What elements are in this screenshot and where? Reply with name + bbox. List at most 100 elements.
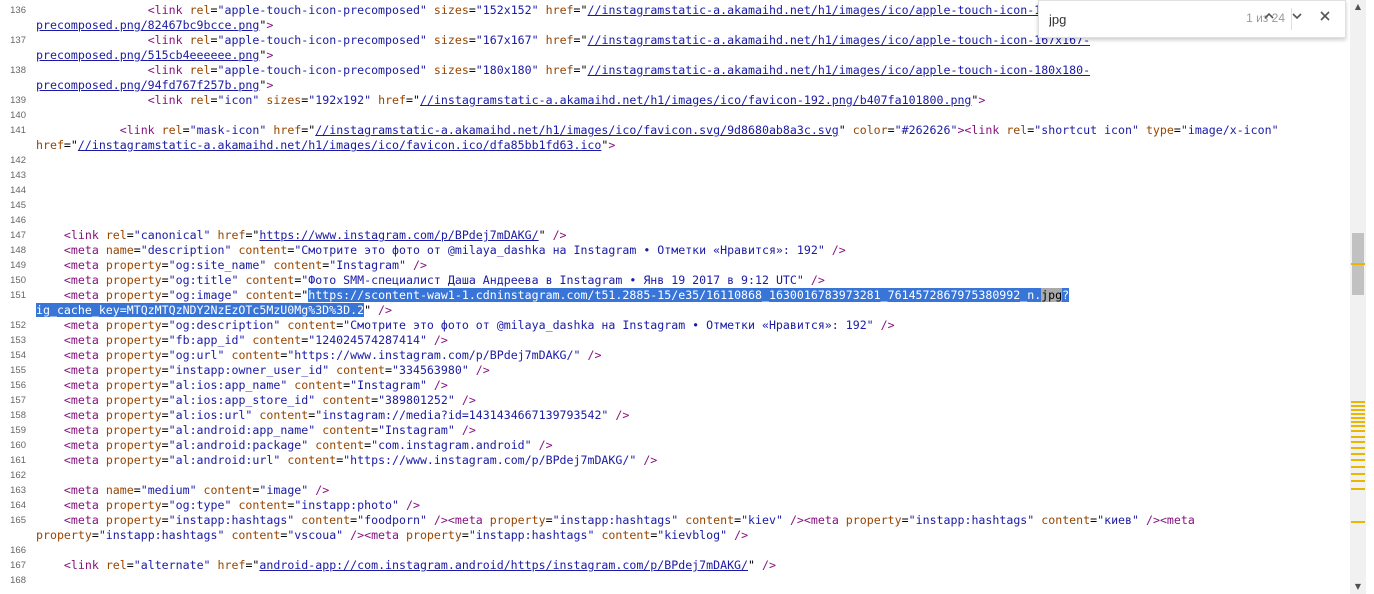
- search-match-marker: [1351, 401, 1365, 403]
- code-text: =: [126, 228, 134, 242]
- attr-value: "instapp:owner_user_id": [168, 363, 330, 377]
- link-token[interactable]: precomposed.png/515cb4eeeeee.png: [36, 48, 259, 62]
- link-token[interactable]: //instagramstatic-a.akamaihd.net/h1/imag…: [588, 63, 1091, 77]
- attr-value: "192x192": [308, 93, 372, 107]
- scroll-down-arrow-icon[interactable]: ▼: [1350, 580, 1366, 594]
- code-text: =": [63, 138, 78, 152]
- link-token[interactable]: precomposed.png/94fd767f257b.png: [36, 78, 259, 92]
- search-match-marker: [1351, 480, 1365, 482]
- link-token[interactable]: //instagramstatic-a.akamaihd.net/h1/imag…: [588, 33, 1091, 47]
- find-input[interactable]: [1049, 9, 1199, 29]
- attr-value: "apple-touch-icon-precomposed": [217, 63, 427, 77]
- attr-value: "152x152": [475, 3, 539, 17]
- attr-name: rel: [189, 33, 211, 47]
- attr-value: "fb:app_id": [168, 333, 246, 347]
- code-text: =: [161, 318, 169, 332]
- attr-value: "kiev": [741, 513, 783, 527]
- attr-name: property: [105, 273, 162, 287]
- chevron-up-icon[interactable]: [1258, 8, 1280, 30]
- line-number: 154: [10, 350, 26, 361]
- code-text: =: [161, 363, 169, 377]
- attr-value: "https://www.instagram.com/p/BPdej7mDAKG…: [287, 348, 581, 362]
- tag-token: /><meta: [789, 513, 846, 527]
- code-text: =: [161, 333, 169, 347]
- link-token[interactable]: https://www.instagram.com/p/BPdej7mDAKG/: [259, 228, 538, 242]
- code-text: =: [161, 258, 169, 272]
- line-code: <link rel="icon" sizes="192x192" href="/…: [36, 93, 986, 108]
- link-token[interactable]: //instagramstatic-a.akamaihd.net/h1/imag…: [420, 93, 971, 107]
- tag-token: <meta: [63, 408, 106, 422]
- link-token[interactable]: //instagramstatic-a.akamaihd.net/h1/imag…: [315, 123, 839, 137]
- close-icon[interactable]: [1314, 8, 1336, 30]
- line-code: <meta property="al:ios:app_name" content…: [36, 378, 448, 393]
- attr-name: content: [294, 378, 344, 392]
- attr-name: content: [685, 513, 735, 527]
- line-number: 138: [10, 65, 26, 76]
- link-token[interactable]: precomposed.png/82467bc9bcce.png: [36, 18, 259, 32]
- attr-value: "instapp:hashtags": [908, 513, 1035, 527]
- line-number: 168: [10, 575, 26, 586]
- line-number: 148: [10, 245, 26, 256]
- selected-text: ?: [1062, 288, 1070, 302]
- attr-name: href: [545, 33, 574, 47]
- attr-value: "https://www.instagram.com/p/BPdej7mDAKG…: [343, 453, 637, 467]
- vertical-scrollbar[interactable]: ▲ ▼: [1350, 0, 1366, 594]
- tag-token: <meta: [63, 378, 106, 392]
- code-text: =: [161, 453, 169, 467]
- code-text: =: [126, 558, 134, 572]
- chevron-down-icon[interactable]: [1286, 8, 1308, 30]
- attr-value: "instapp:hashtags": [468, 528, 595, 542]
- attr-value: "og:type": [168, 498, 232, 512]
- attr-name: content: [245, 273, 295, 287]
- code-text: =: [468, 63, 476, 77]
- code-text: =: [1173, 123, 1181, 137]
- tag-token: >: [266, 78, 274, 92]
- search-match-marker: [1351, 405, 1365, 407]
- code-text: =: [182, 123, 190, 137]
- attr-name: rel: [1006, 123, 1028, 137]
- tag-token: ><link: [957, 123, 1007, 137]
- link-token[interactable]: android-app://com.instagram.android/http…: [259, 558, 748, 572]
- attr-name: property: [105, 423, 162, 437]
- selected-text: ig_cache_key=MTQzMTQzNDY2NzEzOTc5MzU0Mg%…: [36, 303, 365, 317]
- line-number: 141: [10, 125, 26, 136]
- attr-name: property: [105, 513, 162, 527]
- attr-name: property: [489, 513, 546, 527]
- attr-name: content: [287, 453, 337, 467]
- attr-value: "киев": [1097, 513, 1139, 527]
- attr-value: "og:site_name": [168, 258, 267, 272]
- tag-token: /><meta: [1145, 513, 1195, 527]
- code-text: ": [364, 303, 379, 317]
- scroll-up-arrow-icon[interactable]: ▲: [1350, 0, 1366, 14]
- attr-value: "icon": [217, 93, 260, 107]
- line-code: <link rel="mask-icon" href="//instagrams…: [36, 123, 1279, 138]
- link-token[interactable]: //instagramstatic-a.akamaihd.net/h1/imag…: [78, 138, 602, 152]
- tag-token: />: [615, 408, 630, 422]
- code-text: =: [210, 63, 218, 77]
- tag-token: <meta: [63, 498, 106, 512]
- tag-token: <meta: [63, 333, 106, 347]
- attr-name: href: [217, 228, 246, 242]
- tag-token: <meta: [63, 423, 106, 437]
- link-token[interactable]: //instagramstatic-a.akamaihd.net/h1/imag…: [588, 3, 1091, 17]
- line-code: <meta property="og:image" content="https…: [36, 288, 1070, 303]
- search-match-marker: [1351, 409, 1365, 411]
- line-number: 158: [10, 410, 26, 421]
- search-match-marker: [1351, 473, 1365, 475]
- tag-token: />: [315, 483, 330, 497]
- attr-value: "vscoua": [287, 528, 344, 542]
- attr-value: "og:image": [168, 288, 239, 302]
- attr-value: "image/x-icon": [1180, 123, 1279, 137]
